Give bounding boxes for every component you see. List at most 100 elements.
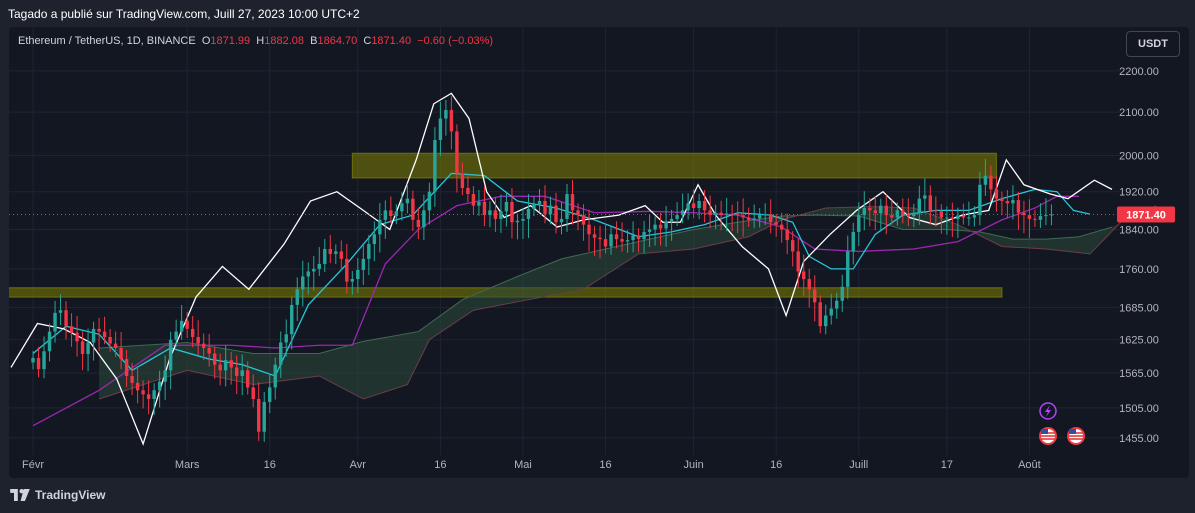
change-value: −0.60 (−0.03%) (417, 35, 494, 47)
candle-down (989, 175, 993, 190)
candle-up (537, 200, 542, 205)
candle-up (559, 218, 564, 223)
candle-up (757, 215, 762, 219)
price-axis[interactable]: 2200.00 2100.00 2000.00 1920.00 1840.00 1760.… (1119, 66, 1159, 445)
candle-up (642, 231, 646, 240)
candle-down (961, 215, 966, 218)
tradingview-logo-icon (10, 489, 30, 501)
candle-down (614, 234, 619, 240)
candle-up (879, 205, 883, 214)
candle-down (411, 198, 415, 220)
time-axis[interactable]: Févr Mars 16 Avr 16 Mai 16 Juin 16 Juill 17 Août (22, 459, 1041, 471)
candle-up (427, 191, 432, 211)
close-value: 1871.40 (371, 35, 412, 47)
candle-down (246, 370, 250, 388)
candle-down (691, 203, 696, 209)
tradingview-snapshot: Tagado a publié sur TradingView.com, Jui… (0, 0, 1195, 513)
candle-up (42, 351, 46, 370)
us-flag-event-icon (1039, 427, 1057, 445)
candle-up (1011, 200, 1015, 204)
price-tick-label: 1685.00 (1119, 303, 1159, 315)
candle-down (796, 251, 800, 272)
time-tick-label: Févr (22, 459, 44, 471)
time-tick-label: 16 (264, 459, 276, 471)
event-markers[interactable] (1039, 402, 1085, 445)
candle-up (317, 263, 321, 269)
lightning-event-icon (1039, 402, 1057, 420)
candle-down (708, 210, 712, 216)
candle-down (102, 331, 107, 338)
candle-up (647, 229, 652, 232)
candle-down (185, 320, 189, 329)
candle-down (389, 210, 393, 217)
candle-down (69, 326, 74, 333)
candle-up (846, 251, 850, 287)
candle-up (669, 218, 674, 222)
candle-down (791, 240, 795, 252)
candle-down (257, 399, 261, 432)
candle-down (108, 337, 112, 344)
candle-down (813, 289, 817, 303)
candle-down (581, 215, 586, 225)
footer-branding[interactable]: TradingView (10, 488, 105, 502)
symbol-legend: Ethereum / TetherUS, 1D, BINANCE O1871.9… (18, 35, 493, 47)
candle-down (1033, 218, 1037, 220)
candle-down (196, 337, 200, 344)
candle-down (482, 201, 487, 216)
candle-up (945, 217, 949, 219)
candle-down (884, 205, 889, 216)
candle-up (334, 251, 338, 254)
candle-up (405, 198, 410, 204)
candle-up (179, 320, 184, 332)
candle-down (229, 360, 233, 368)
last-price-label: 1871.40 (1126, 209, 1166, 221)
price-tick-label: 1625.00 (1119, 335, 1159, 347)
candle-up (444, 110, 448, 119)
candle-up (1049, 214, 1054, 216)
time-tick-label: 16 (599, 459, 611, 471)
candle-down (510, 201, 514, 223)
candle-up (895, 210, 900, 218)
candle-up (956, 215, 960, 219)
price-tick-label: 1455.00 (1119, 433, 1159, 445)
candle-down (934, 210, 938, 212)
price-tick-label: 1565.00 (1119, 368, 1159, 380)
candle-up (697, 200, 701, 209)
candle-down (603, 239, 608, 247)
candle-down (543, 200, 547, 215)
chart-panel[interactable]: 2200.00 2100.00 2000.00 1920.00 1840.00 1760.… (9, 27, 1189, 478)
candle-up (86, 342, 90, 355)
candle-up (290, 304, 294, 335)
candle-down (636, 235, 641, 240)
candle-down (339, 251, 344, 259)
candle-down (75, 332, 79, 342)
candle-down (950, 217, 955, 219)
candle-down (807, 279, 811, 290)
candle-down (207, 347, 211, 354)
candle-down (135, 382, 140, 391)
candle-up (675, 215, 679, 219)
candle-down (141, 390, 145, 395)
currency-button[interactable]: USDT (1126, 31, 1180, 57)
price-tick-label: 1840.00 (1119, 224, 1159, 236)
candle-up (532, 204, 536, 209)
candle-up (323, 248, 327, 264)
candle-up (504, 201, 509, 212)
candle-down (124, 359, 129, 376)
time-tick-label: Mars (175, 459, 200, 471)
candle-up (372, 234, 377, 245)
symbol-name[interactable]: Ethereum / TetherUS, 1D, BINANCE (18, 35, 196, 47)
high-value: 1882.08 (264, 35, 304, 47)
us-flag-event-icon (1067, 427, 1085, 445)
price-chart[interactable]: 2200.00 2100.00 2000.00 1920.00 1840.00 1760.… (9, 27, 1189, 478)
time-tick-label: 16 (770, 459, 782, 471)
candle-up (1044, 215, 1048, 217)
candle-down (587, 224, 591, 235)
candle-up (526, 208, 531, 219)
candle-up (378, 219, 382, 235)
candle-up (631, 235, 635, 241)
candle-up (361, 258, 366, 270)
candle-down (868, 208, 872, 211)
candle-up (664, 221, 668, 229)
candle-up (53, 312, 57, 332)
